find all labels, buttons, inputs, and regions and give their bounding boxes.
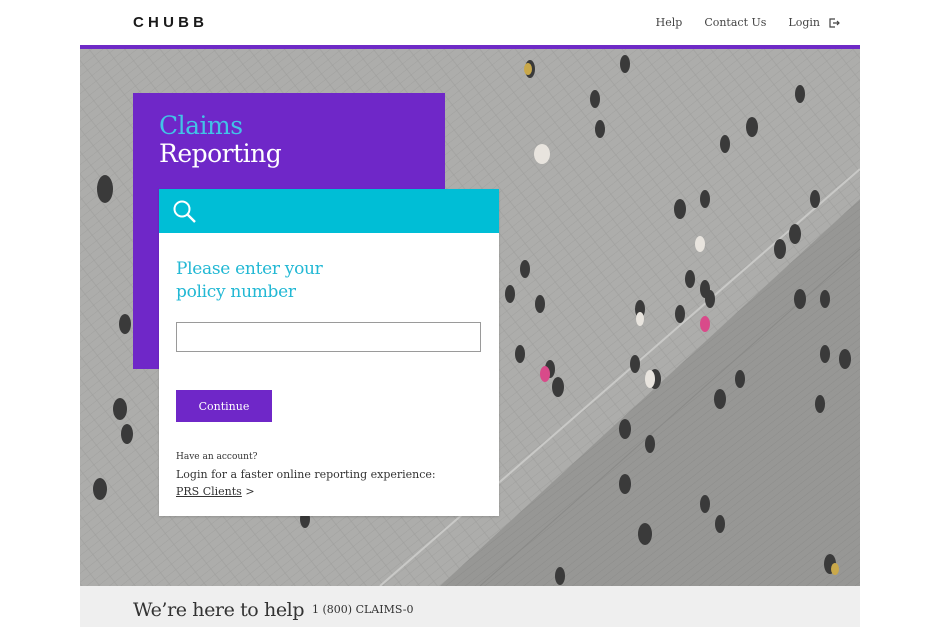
page-title: Claims Reporting [159, 111, 282, 168]
account-description: Login for a faster online reporting expe… [176, 468, 436, 481]
logout-icon[interactable] [828, 17, 840, 29]
contact-us-link[interactable]: Contact Us [704, 16, 766, 29]
account-question: Have an account? [176, 452, 258, 462]
prs-clients-link[interactable]: PRS Clients [176, 485, 242, 498]
login-link[interactable]: Login [788, 16, 820, 29]
chubb-logo[interactable]: CHUBB [133, 14, 208, 31]
search-card-header [159, 189, 499, 233]
top-nav: Help Contact Us Login [634, 16, 840, 29]
login-wrap: Login [766, 16, 840, 29]
search-icon [173, 200, 196, 223]
help-link[interactable]: Help [656, 16, 683, 29]
continue-button[interactable]: Continue [176, 390, 272, 422]
policy-prompt: Please enter your policy number [176, 258, 323, 304]
chevron-right-icon: > [245, 485, 255, 498]
policy-search-card: Please enter your policy number Continue… [159, 189, 499, 516]
help-band: We’re here to help 1 (800) CLAIMS-0 [80, 586, 860, 627]
prompt-line-1: Please enter your [176, 259, 323, 279]
prompt-line-2: policy number [176, 282, 296, 302]
title-line-claims: Claims [159, 111, 243, 140]
help-phone-number[interactable]: 1 (800) CLAIMS-0 [312, 603, 414, 616]
help-title: We’re here to help [133, 599, 305, 621]
policy-number-input[interactable] [176, 322, 481, 352]
prs-clients-row: PRS Clients > [176, 485, 255, 498]
title-line-reporting: Reporting [159, 139, 282, 168]
